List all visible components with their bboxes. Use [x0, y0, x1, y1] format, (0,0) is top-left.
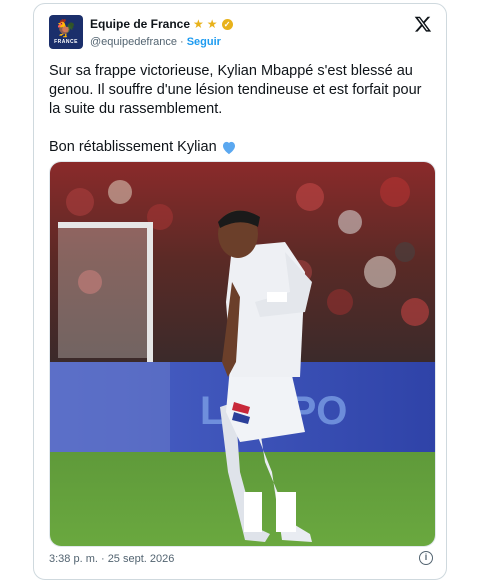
- handle-row: @equipedefrance · Seguir: [90, 36, 221, 48]
- blue-heart-icon: [222, 141, 235, 155]
- separator: ·: [180, 36, 184, 48]
- tweet-text-line-2-wrapper: Bon rétablissement Kylian: [49, 138, 434, 157]
- tweet-timestamp[interactable]: 3:38 p. m. · 25 sept. 2026: [49, 553, 174, 565]
- tweet-text-line-1: Sur sa frappe victorieuse, Kylian Mbappé…: [49, 63, 422, 117]
- follow-button[interactable]: Seguir: [187, 36, 221, 48]
- author-name[interactable]: Equipe de France: [90, 17, 190, 31]
- tweet-text: Sur sa frappe victorieuse, Kylian Mbappé…: [49, 62, 434, 157]
- tweet-text-line-2: Bon rétablissement Kylian: [49, 139, 217, 155]
- author-row: Equipe de France ★ ★ ✓: [90, 17, 233, 31]
- avatar-wordmark: FRANCE: [54, 38, 78, 45]
- rooster-icon: 🐓: [55, 18, 77, 38]
- tweet-photo[interactable]: LA SPO: [49, 161, 436, 547]
- author-handle[interactable]: @equipedefrance: [90, 36, 177, 48]
- verified-icon: ✓: [221, 18, 233, 30]
- player-photo: LA SPO: [50, 162, 435, 546]
- info-icon[interactable]: i: [419, 551, 433, 565]
- star-icon: ★: [193, 17, 204, 31]
- avatar[interactable]: 🐓 FRANCE: [49, 15, 83, 49]
- tweet-card: 🐓 FRANCE Equipe de France ★ ★ ✓ @equiped…: [33, 3, 447, 580]
- star-icon: ★: [206, 17, 218, 31]
- x-logo-icon[interactable]: [414, 15, 432, 33]
